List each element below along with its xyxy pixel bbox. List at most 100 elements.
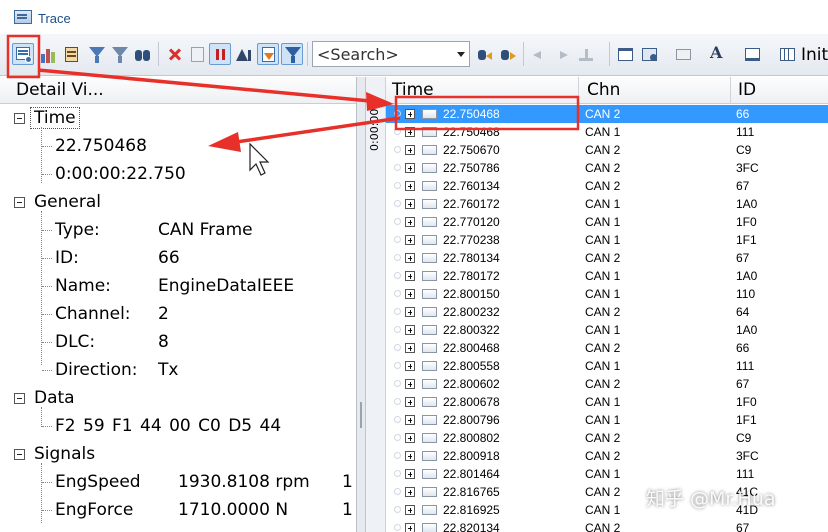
- statistics-icon[interactable]: [37, 43, 59, 65]
- table-row[interactable]: 22.801464 CAN 1 111: [386, 465, 828, 483]
- detail-view-header: Detail Vi...: [0, 77, 356, 104]
- table-row[interactable]: 22.800468 CAN 2 66: [386, 339, 828, 357]
- expand-row-icon[interactable]: [405, 361, 415, 371]
- row-state-icon: [394, 470, 401, 477]
- table-row[interactable]: 22.760134 CAN 2 67: [386, 177, 828, 195]
- column-header-time[interactable]: Time: [392, 80, 434, 100]
- expand-row-icon[interactable]: [405, 199, 415, 209]
- expand-row-icon[interactable]: [405, 415, 415, 425]
- collapse-icon[interactable]: [14, 393, 25, 404]
- window-options-icon[interactable]: [741, 43, 763, 65]
- delete-selection-icon[interactable]: [186, 43, 208, 65]
- collapse-icon[interactable]: [14, 197, 25, 208]
- expand-row-icon[interactable]: [405, 145, 415, 155]
- previous-marker-icon[interactable]: [527, 43, 549, 65]
- table-row[interactable]: 22.750468 CAN 1 111: [386, 123, 828, 141]
- search-forward-icon[interactable]: [497, 43, 519, 65]
- marker-icon[interactable]: [574, 43, 596, 65]
- table-row[interactable]: 22.800602 CAN 2 67: [386, 375, 828, 393]
- init-button-label[interactable]: Init: [801, 45, 828, 65]
- tree-group-signals[interactable]: Signals: [34, 441, 95, 467]
- table-row[interactable]: 22.750786 CAN 2 3FC: [386, 159, 828, 177]
- cell-time: 22.800150: [443, 287, 500, 301]
- cell-channel: CAN 2: [585, 107, 621, 121]
- expand-row-icon[interactable]: [405, 163, 415, 173]
- font-size-icon[interactable]: A: [707, 43, 729, 65]
- scroll-mode-button[interactable]: [257, 43, 279, 65]
- expand-row-icon[interactable]: [405, 487, 415, 497]
- filter-on-button[interactable]: [281, 43, 303, 65]
- expand-row-icon[interactable]: [405, 181, 415, 191]
- cell-channel: CAN 1: [585, 233, 621, 247]
- filter-off-icon[interactable]: [108, 43, 130, 65]
- column-header-chn[interactable]: Chn: [587, 80, 620, 100]
- expand-row-icon[interactable]: [405, 217, 415, 227]
- expand-row-icon[interactable]: [405, 289, 415, 299]
- can-frame-icon: [422, 217, 437, 227]
- table-row[interactable]: 22.770238 CAN 1 1F1: [386, 231, 828, 249]
- init-icon[interactable]: [776, 43, 798, 65]
- next-marker-icon[interactable]: [551, 43, 573, 65]
- cell-time: 22.800918: [443, 449, 500, 463]
- expand-row-icon[interactable]: [405, 433, 415, 443]
- field-value: 66: [158, 248, 180, 268]
- expand-row-icon[interactable]: [405, 469, 415, 479]
- clear-icon[interactable]: [163, 43, 185, 65]
- tree-group-time[interactable]: Time: [30, 105, 80, 131]
- table-row[interactable]: 22.800802 CAN 2 C9: [386, 429, 828, 447]
- search-dropdown-icon[interactable]: [457, 52, 465, 57]
- filter-icon[interactable]: [85, 43, 107, 65]
- table-row[interactable]: 22.800796 CAN 1 1F1: [386, 411, 828, 429]
- export-icon[interactable]: [638, 43, 660, 65]
- detail-view-toggle-button[interactable]: [12, 43, 34, 65]
- cell-channel: CAN 1: [585, 323, 621, 337]
- binoculars-icon[interactable]: [131, 43, 153, 65]
- expand-row-icon[interactable]: [405, 127, 415, 137]
- search-backward-icon[interactable]: [474, 43, 496, 65]
- panel-splitter[interactable]: [357, 77, 366, 532]
- window-layout-icon[interactable]: [614, 43, 636, 65]
- collapse-icon[interactable]: [14, 449, 25, 460]
- table-row[interactable]: 22.770120 CAN 1 1F0: [386, 213, 828, 231]
- cell-time: 22.816765: [443, 485, 500, 499]
- expand-row-icon[interactable]: [405, 505, 415, 515]
- table-row[interactable]: 22.800918 CAN 2 3FC: [386, 447, 828, 465]
- table-row[interactable]: 22.800678 CAN 1 1F0: [386, 393, 828, 411]
- cell-time: 22.780134: [443, 251, 500, 265]
- expand-row-icon[interactable]: [405, 235, 415, 245]
- collapse-icon[interactable]: [14, 113, 25, 124]
- table-row[interactable]: 22.800558 CAN 1 111: [386, 357, 828, 375]
- search-box[interactable]: [312, 41, 470, 67]
- expand-row-icon[interactable]: [405, 271, 415, 281]
- column-header-id[interactable]: ID: [738, 80, 756, 100]
- table-row[interactable]: 22.800232 CAN 2 64: [386, 303, 828, 321]
- columns-icon[interactable]: [672, 43, 694, 65]
- expand-row-icon[interactable]: [405, 253, 415, 263]
- symbol-icon[interactable]: [60, 43, 82, 65]
- tree-group-general[interactable]: General: [34, 189, 101, 215]
- expand-row-icon[interactable]: [405, 379, 415, 389]
- table-row[interactable]: 22.820134 CAN 2 67: [386, 519, 828, 532]
- cell-time: 22.800802: [443, 431, 500, 445]
- row-state-icon: [394, 272, 401, 279]
- time-mode-icon[interactable]: [232, 43, 254, 65]
- table-row[interactable]: 22.780134 CAN 2 67: [386, 249, 828, 267]
- table-row[interactable]: 22.800150 CAN 1 110: [386, 285, 828, 303]
- timeline-bar[interactable]: 0:00:00:0: [366, 77, 386, 532]
- search-input[interactable]: [317, 44, 451, 64]
- expand-row-icon[interactable]: [405, 397, 415, 407]
- expand-row-icon[interactable]: [405, 307, 415, 317]
- expand-row-icon[interactable]: [405, 109, 415, 119]
- expand-row-icon[interactable]: [405, 451, 415, 461]
- pause-button[interactable]: [209, 43, 231, 65]
- table-row[interactable]: 22.750670 CAN 2 C9: [386, 141, 828, 159]
- expand-row-icon[interactable]: [405, 325, 415, 335]
- table-row[interactable]: 22.780172 CAN 1 1A0: [386, 267, 828, 285]
- expand-row-icon[interactable]: [405, 523, 415, 532]
- row-state-icon: [394, 182, 401, 189]
- can-frame-icon: [422, 109, 437, 119]
- expand-row-icon[interactable]: [405, 343, 415, 353]
- table-row[interactable]: 22.800322 CAN 1 1A0: [386, 321, 828, 339]
- table-row[interactable]: 22.750468 CAN 2 66: [386, 105, 828, 123]
- table-row[interactable]: 22.760172 CAN 1 1A0: [386, 195, 828, 213]
